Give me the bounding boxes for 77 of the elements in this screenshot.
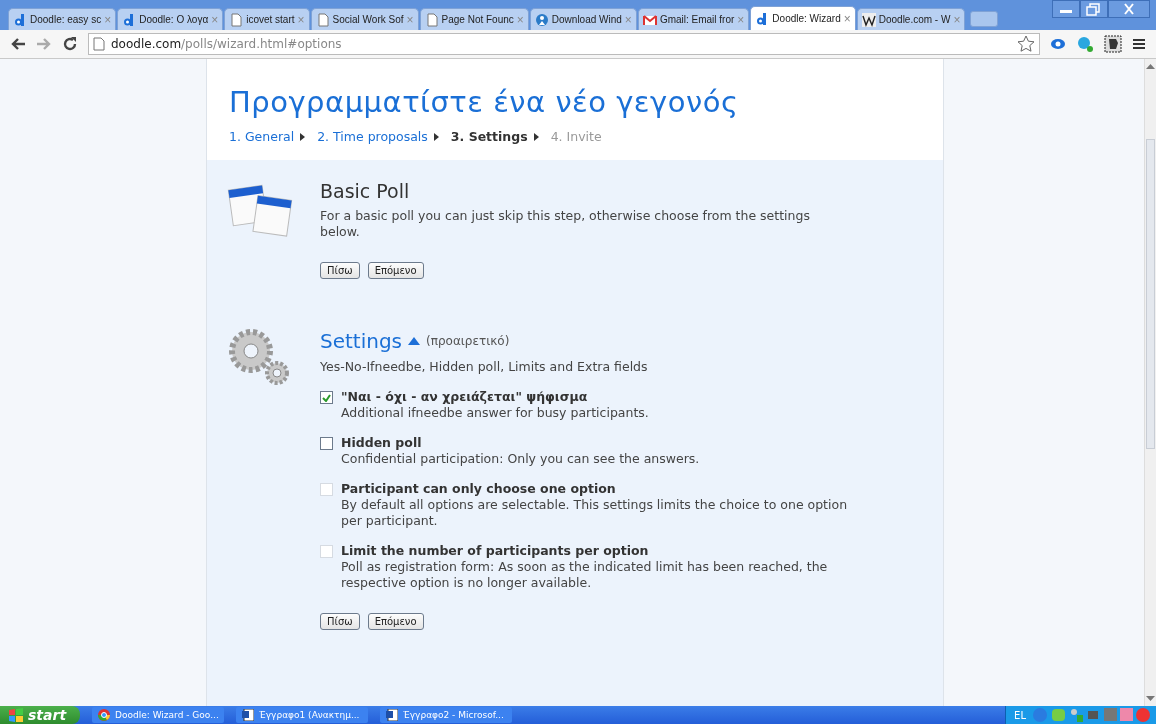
wizard-button[interactable]: Πίσω xyxy=(320,613,360,630)
url-text: doodle.com/polls/wizard.html#options xyxy=(111,37,342,51)
page-title: Προγραμματίστε ένα νέο γεγονός xyxy=(229,85,740,119)
taskbar-item[interactable]: Έγγραφο1 (Ανακτημ... xyxy=(236,707,369,723)
wizard-button[interactable]: Πίσω xyxy=(320,262,360,279)
envelope-icon xyxy=(642,12,657,27)
wizard-step[interactable]: 1. General xyxy=(229,129,295,144)
tab-title: Doodle: easy sc xyxy=(30,14,102,25)
triangle-right-icon xyxy=(433,132,439,141)
tab-title: Page Not Founc xyxy=(441,14,514,25)
option-description: Additional ifneedbe answer for busy participants. xyxy=(341,405,649,421)
triangle-up-icon xyxy=(408,337,421,345)
collapse-toggle[interactable] xyxy=(408,337,421,345)
option-description: By default all options are selectable. This settings limits the choice to one option per participant. xyxy=(341,497,849,529)
option-description: Poll as registration form: As soon as the indicated limit has been reached, the respective option is no longer available. xyxy=(341,559,829,591)
tab-title: Social Work Sof xyxy=(332,14,404,25)
document-w-icon xyxy=(386,709,399,721)
scrollbar[interactable] xyxy=(1144,59,1156,706)
tab-title: icovet start xyxy=(246,14,295,25)
windows-flag-icon xyxy=(8,708,24,722)
scroll-thumb[interactable] xyxy=(1146,139,1155,449)
page-icon xyxy=(315,12,330,27)
browser-tab[interactable]: Gmail: Email fror × xyxy=(637,8,750,30)
tab-title: Doodle: Ο λογα xyxy=(139,14,209,25)
scroll-up-icon xyxy=(1146,63,1155,69)
address-bar[interactable]: doodle.com/polls/wizard.html#options xyxy=(88,33,1040,55)
page-icon xyxy=(93,37,105,51)
star-icon xyxy=(1017,35,1035,53)
letter-w-icon xyxy=(861,12,876,27)
tab-title: Download Wind xyxy=(551,14,622,25)
taskbar-item[interactable]: Έγγραφο2 - Microsof... xyxy=(380,707,513,723)
wizard-button[interactable]: Επόμενο xyxy=(367,613,424,630)
document-w-icon xyxy=(242,709,255,721)
close-icon[interactable]: × xyxy=(843,11,851,26)
page-icon xyxy=(424,12,439,27)
checkbox[interactable] xyxy=(320,391,333,404)
reload-icon xyxy=(62,36,78,52)
tab-title: Doodle: Wizard xyxy=(772,13,841,24)
option-label: Participant can only choose one option xyxy=(341,481,617,497)
triangle-right-icon xyxy=(533,132,539,141)
option-label: Hidden poll xyxy=(341,435,423,451)
language-indicator[interactable]: EL xyxy=(1014,709,1026,721)
browser-tab[interactable]: Doodle: easy sc × xyxy=(8,8,117,30)
back-arrow-icon xyxy=(10,37,26,51)
browser-tab[interactable]: Download Wind × xyxy=(529,8,637,30)
option-label: "Ναι - όχι - αν χρειάζεται" ψήφισμα xyxy=(341,389,589,405)
wizard-step: 3. Settings xyxy=(450,129,528,144)
letter-d-icon xyxy=(13,12,27,27)
browser-tab[interactable]: Doodle: Wizard × xyxy=(750,6,856,30)
forward-arrow-icon xyxy=(36,37,52,51)
section-summary: Yes-No-Ifneedbe, Hidden poll, Limits and Extra fields xyxy=(320,359,649,375)
menu-icon xyxy=(1132,37,1146,51)
section-heading[interactable]: Settings xyxy=(320,329,403,353)
option-label: Limit the number of participants per option xyxy=(341,543,650,559)
browser-tab[interactable]: Page Not Founc × xyxy=(419,8,529,30)
taskbar-item[interactable]: Doodle: Wizard - Goo... xyxy=(92,707,225,723)
wizard-step[interactable]: 2. Time proposals xyxy=(317,129,428,144)
tab-title: Doodle.com - W xyxy=(878,14,951,25)
chat-icon xyxy=(1076,35,1094,53)
circle-logo-icon xyxy=(98,709,111,721)
section-description: For a basic poll you can just skip this step, otherwise choose from the settings below. xyxy=(320,208,811,240)
wizard-button[interactable]: Επόμενο xyxy=(367,262,424,279)
triangle-right-icon xyxy=(300,132,306,141)
page-icon xyxy=(229,12,244,27)
checkmark-icon xyxy=(322,393,331,402)
tab-title: Gmail: Email fror xyxy=(659,14,735,25)
section-heading: Basic Poll xyxy=(320,180,411,202)
scroll-down-icon xyxy=(1146,696,1155,702)
browser-tab[interactable]: Doodle: Ο λογα × xyxy=(117,8,224,30)
browser-tab[interactable]: Social Work Sof × xyxy=(310,8,419,30)
start-button[interactable]: start xyxy=(0,706,81,724)
checkbox[interactable] xyxy=(320,437,333,450)
browser-tab[interactable]: Doodle.com - W × xyxy=(856,8,966,30)
optional-note: (προαιρετικό) xyxy=(426,334,510,348)
option-description: Confidential participation: Only you can see the answers. xyxy=(341,451,700,467)
wizard-step: 4. Invite xyxy=(550,129,602,144)
browser-tab[interactable]: icovet start × xyxy=(224,8,310,30)
